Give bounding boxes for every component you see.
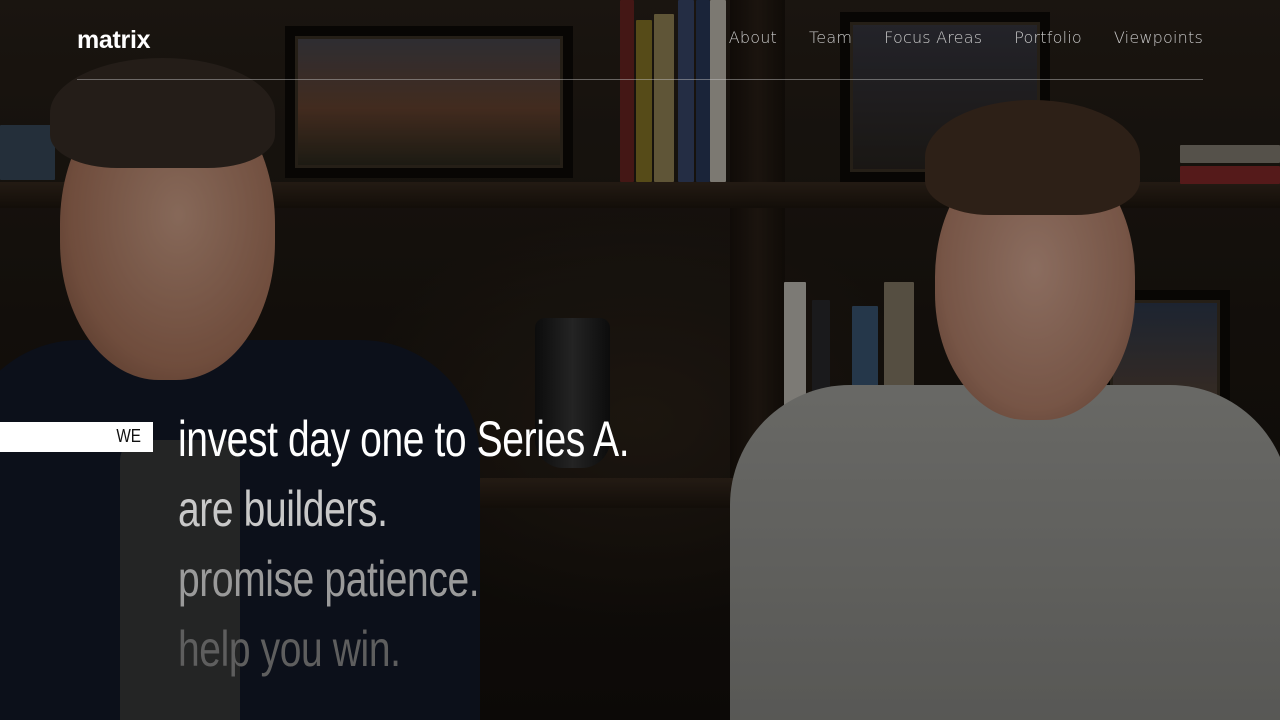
tagline-line: help you win.	[178, 621, 401, 677]
nav-portfolio[interactable]: Portfolio	[1014, 28, 1082, 47]
nav-about[interactable]: About	[729, 28, 777, 47]
tagline-rotator: invest day one to Series A. are builders…	[178, 404, 757, 684]
matrix-logo[interactable]: matrix	[77, 26, 151, 55]
main-nav: About Team Focus Areas Portfolio Viewpoi…	[697, 28, 1203, 47]
tagline-line: are builders.	[178, 481, 388, 537]
tagline-line: promise patience.	[178, 551, 480, 607]
nav-team[interactable]: Team	[809, 28, 852, 47]
tagline-prefix: WE	[116, 426, 141, 446]
tagline-prefix-bar: WE	[0, 422, 153, 452]
header-divider	[77, 79, 1203, 80]
nav-focus-areas[interactable]: Focus Areas	[884, 28, 982, 47]
tagline-line: invest day one to Series A.	[178, 411, 630, 467]
nav-viewpoints[interactable]: Viewpoints	[1114, 28, 1203, 47]
